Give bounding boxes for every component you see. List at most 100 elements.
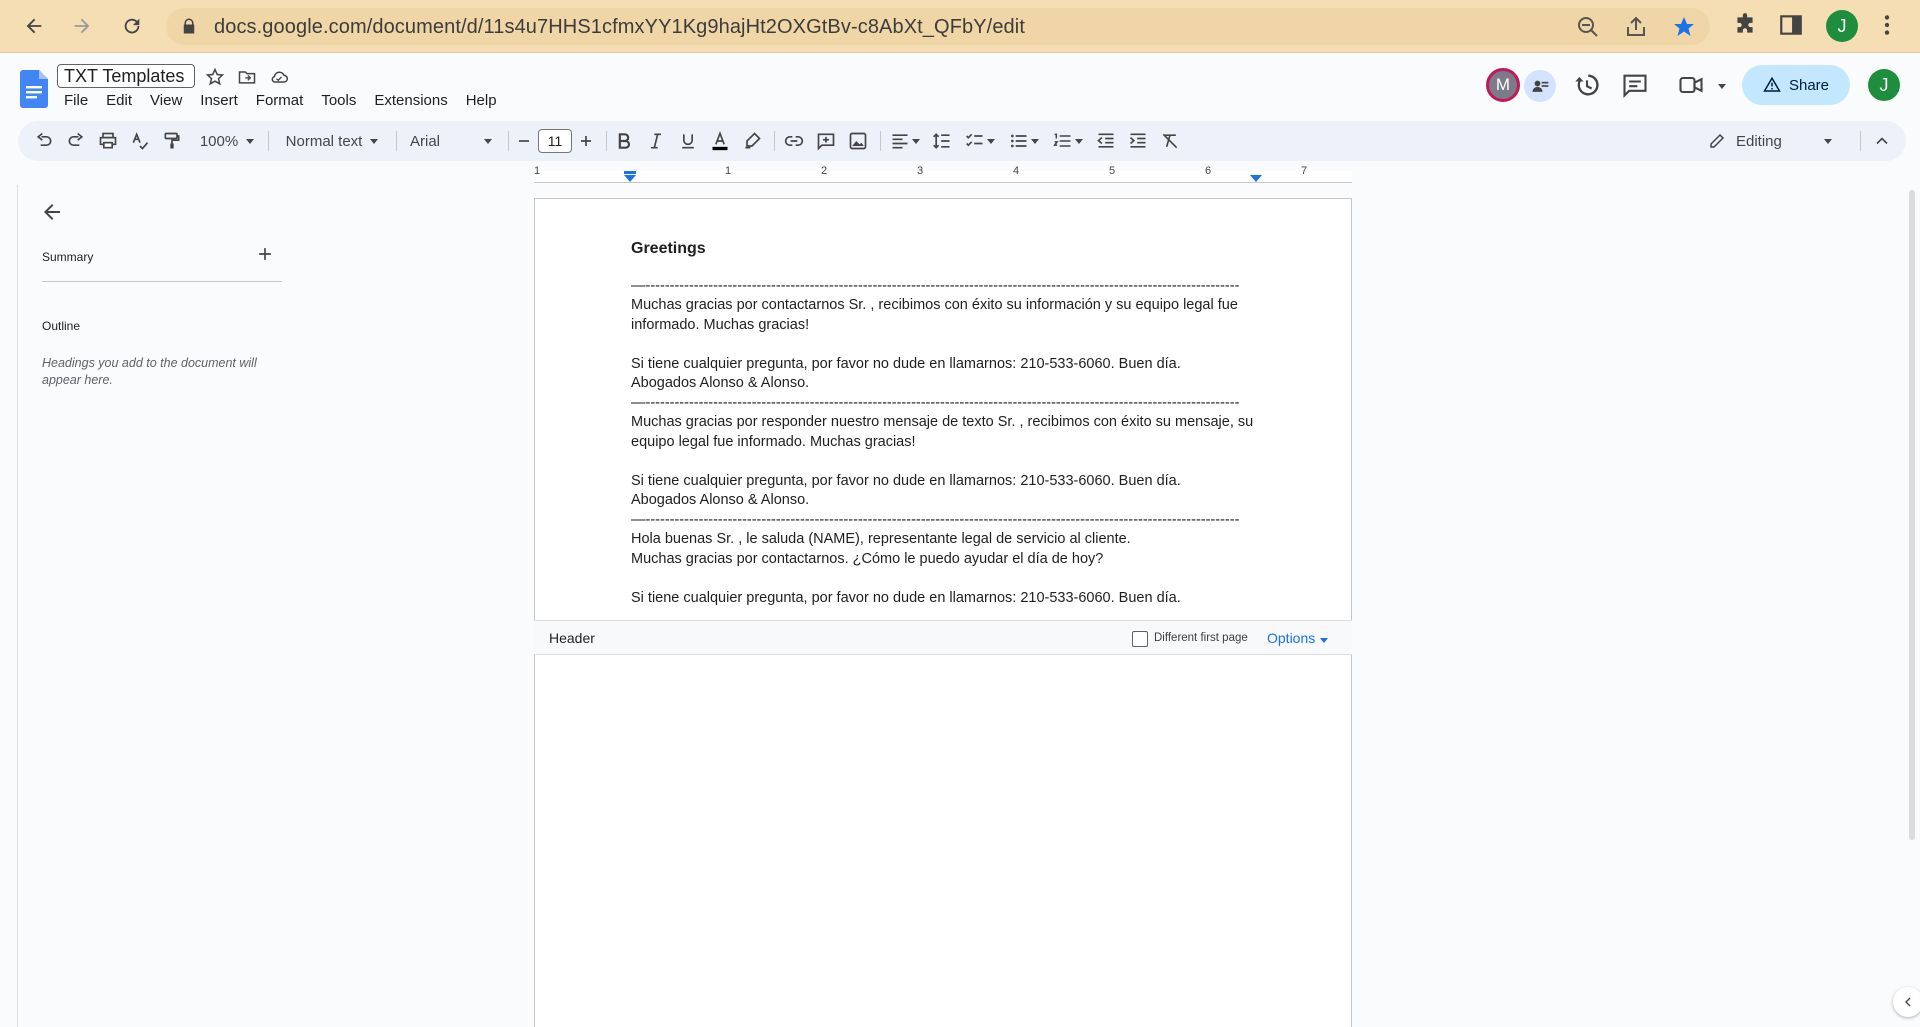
paragraph[interactable]: Si tiene cualquier pregunta, por favor n…: [631, 355, 1271, 375]
paragraph[interactable]: Si tiene cualquier pregunta, por favor n…: [631, 589, 1271, 609]
line-spacing-button[interactable]: [930, 129, 954, 153]
paint-format-button[interactable]: [160, 129, 184, 153]
underline-button[interactable]: [676, 129, 700, 153]
move-folder-icon[interactable]: [237, 67, 257, 87]
forward-button[interactable]: [64, 8, 100, 44]
close-outline-icon[interactable]: [40, 200, 64, 224]
add-summary-icon[interactable]: [255, 244, 275, 264]
paragraph-style-select[interactable]: Normal text: [280, 129, 384, 153]
paragraph[interactable]: Muchas gracias por responder nuestro men…: [631, 413, 1271, 452]
separator-line[interactable]: —---------------------------------------…: [631, 511, 1271, 531]
spellcheck-button[interactable]: [128, 129, 152, 153]
reload-button[interactable]: [114, 8, 150, 44]
insert-image-button[interactable]: [846, 129, 870, 153]
different-first-page-label[interactable]: Different first page: [1154, 632, 1248, 644]
menu-insert[interactable]: Insert: [200, 92, 247, 109]
separator-line[interactable]: —---------------------------------------…: [631, 394, 1271, 414]
redo-button[interactable]: [64, 129, 88, 153]
star-icon[interactable]: [205, 67, 225, 87]
document-title-input[interactable]: TXT Templates: [57, 64, 195, 88]
paragraph[interactable]: Abogados Alonso & Alonso.: [631, 374, 1271, 394]
clear-formatting-button[interactable]: [1158, 129, 1182, 153]
indent-increase-icon: [1129, 133, 1146, 148]
meet-video-icon[interactable]: [1677, 71, 1705, 99]
menu-edit[interactable]: Edit: [106, 92, 141, 109]
browser-profile-avatar[interactable]: J: [1826, 10, 1858, 42]
comments-icon[interactable]: [1621, 71, 1649, 99]
add-comment-button[interactable]: [814, 129, 838, 153]
lock-icon[interactable]: [180, 17, 198, 35]
side-panel-toggle[interactable]: [1893, 987, 1920, 1017]
side-panel-icon[interactable]: [1778, 12, 1804, 38]
scrollbar-thumb[interactable]: [1909, 190, 1915, 840]
horizontal-ruler[interactable]: 1 1 2 3 4 5 6 7: [534, 165, 1352, 185]
collaborators-chip[interactable]: [1524, 70, 1556, 102]
right-indent-marker-icon[interactable]: [1249, 171, 1263, 183]
header-options-button[interactable]: Options: [1267, 630, 1329, 646]
paragraph[interactable]: Muchas gracias por contactarnos Sr. , re…: [631, 296, 1271, 335]
menu-extensions[interactable]: Extensions: [374, 92, 456, 109]
different-first-page-checkbox[interactable]: [1132, 631, 1148, 647]
share-button[interactable]: Share: [1742, 65, 1850, 105]
meet-dropdown-caret-icon[interactable]: [1718, 84, 1726, 89]
align-button[interactable]: [888, 129, 922, 153]
extensions-icon[interactable]: [1732, 12, 1758, 38]
document-page[interactable]: Greetings —-----------------------------…: [534, 198, 1352, 1027]
back-button[interactable]: [16, 8, 52, 44]
checklist-button[interactable]: [962, 129, 998, 153]
clear-formatting-icon: [1162, 133, 1178, 149]
ruler-number: 5: [1109, 165, 1116, 177]
ruler-number: 6: [1205, 165, 1212, 177]
editing-mode-select[interactable]: Editing: [1708, 129, 1848, 153]
insert-link-button[interactable]: [782, 129, 806, 153]
address-bar[interactable]: docs.google.com/document/d/11s4u7HHS1cfm…: [166, 8, 1710, 45]
menu-view[interactable]: View: [150, 92, 191, 109]
decrease-font-size-button[interactable]: [514, 129, 534, 153]
chevron-left-icon: [1905, 997, 1911, 1007]
share-page-icon[interactable]: [1624, 15, 1648, 39]
text-color-button[interactable]: [708, 129, 732, 153]
bold-button[interactable]: [612, 129, 636, 153]
paragraph[interactable]: Abogados Alonso & Alonso.: [631, 491, 1271, 511]
decrease-indent-button[interactable]: [1094, 129, 1118, 153]
document-body[interactable]: Greetings —-----------------------------…: [631, 239, 1271, 608]
print-button[interactable]: [96, 129, 120, 153]
increase-indent-button[interactable]: [1126, 129, 1150, 153]
paragraph[interactable]: Hola buenas Sr. , le saluda (NAME), repr…: [631, 530, 1271, 550]
paragraph[interactable]: Si tiene cualquier pregunta, por favor n…: [631, 472, 1271, 492]
docs-logo-icon[interactable]: [20, 70, 48, 108]
blank-line[interactable]: [631, 452, 1271, 472]
menu-tools[interactable]: Tools: [321, 92, 365, 109]
zoom-select[interactable]: 100%: [196, 129, 258, 153]
url-text[interactable]: docs.google.com/document/d/11s4u7HHS1cfm…: [214, 16, 1025, 39]
undo-button[interactable]: [32, 129, 56, 153]
font-size-input[interactable]: 11: [538, 129, 572, 153]
blank-line[interactable]: [631, 569, 1271, 589]
zoom-out-icon[interactable]: [1576, 15, 1600, 39]
version-history-icon[interactable]: [1573, 71, 1601, 99]
blank-line[interactable]: [631, 335, 1271, 355]
increase-font-size-button[interactable]: [576, 129, 596, 153]
menu-format[interactable]: Format: [256, 92, 313, 109]
separator-line[interactable]: —---------------------------------------…: [631, 277, 1271, 297]
paragraph[interactable]: Muchas gracias por contactarnos. ¿Cómo l…: [631, 550, 1271, 570]
header-edit-bar: Header Different first page Options: [534, 620, 1352, 655]
account-avatar[interactable]: J: [1868, 69, 1900, 101]
menu-file[interactable]: File: [64, 92, 97, 109]
cloud-saved-icon[interactable]: [269, 67, 289, 87]
collaborator-avatar[interactable]: M: [1486, 68, 1520, 102]
bookmark-star-icon[interactable]: [1672, 15, 1696, 39]
hide-menus-button[interactable]: [1870, 129, 1894, 153]
highlight-color-button[interactable]: [740, 129, 764, 153]
italic-button[interactable]: [644, 129, 668, 153]
font-family-select[interactable]: Arial: [410, 129, 496, 153]
add-comment-icon: [817, 133, 835, 151]
menu-help[interactable]: Help: [466, 92, 506, 109]
document-heading[interactable]: Greetings: [631, 239, 1271, 259]
more-vert-icon[interactable]: [1874, 12, 1900, 38]
toolbar-divider: [774, 131, 775, 151]
bulleted-list-button[interactable]: [1006, 129, 1042, 153]
numbered-list-button[interactable]: [1050, 129, 1086, 153]
left-indent-marker-icon[interactable]: [623, 171, 637, 183]
vertical-ruler[interactable]: [0, 185, 18, 1027]
